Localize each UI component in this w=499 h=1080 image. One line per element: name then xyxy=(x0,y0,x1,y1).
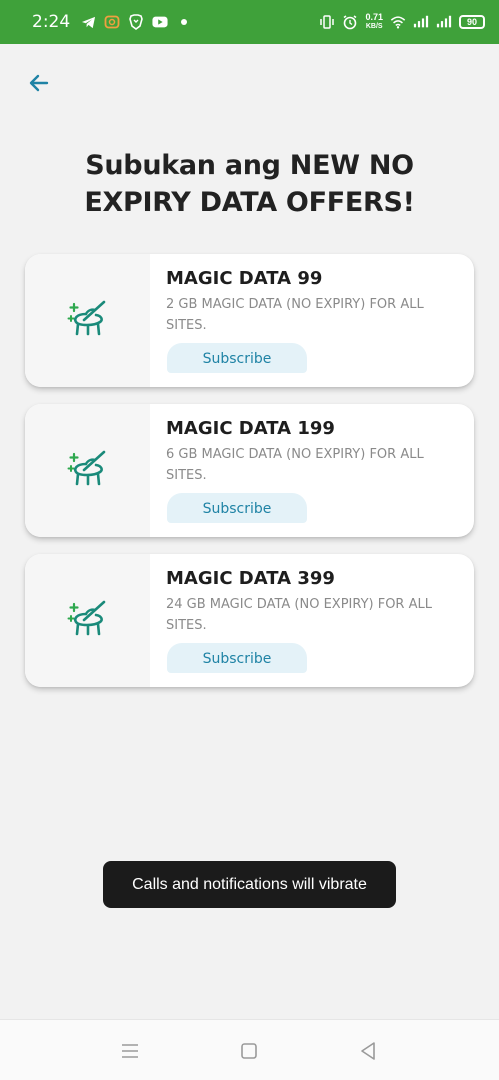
menu-icon xyxy=(122,1044,138,1058)
offer-title: MAGIC DATA 399 xyxy=(166,568,335,589)
offer-body: MAGIC DATA 199 6 GB MAGIC DATA (NO EXPIR… xyxy=(166,418,464,486)
offer-body: MAGIC DATA 399 24 GB MAGIC DATA (NO EXPI… xyxy=(166,568,464,636)
magic-hat-icon xyxy=(66,296,110,345)
offer-card[interactable]: MAGIC DATA 99 2 GB MAGIC DATA (NO EXPIRY… xyxy=(25,254,474,387)
offer-title: MAGIC DATA 199 xyxy=(166,418,335,439)
status-bar: 2:24 0.71 KB/S 90 xyxy=(0,0,499,44)
signal-icon xyxy=(436,14,452,30)
magic-hat-icon xyxy=(66,446,110,495)
alarm-icon xyxy=(342,14,358,30)
vibrate-icon xyxy=(319,14,335,30)
home-button[interactable] xyxy=(238,1040,260,1062)
offer-card[interactable]: MAGIC DATA 199 6 GB MAGIC DATA (NO EXPIR… xyxy=(25,404,474,537)
magic-hat-icon xyxy=(66,596,110,645)
youtube-icon xyxy=(152,14,168,30)
status-right-icons: 0.71 KB/S 90 xyxy=(319,13,485,31)
battery-icon: 90 xyxy=(459,15,485,29)
net-speed-value: 0.71 xyxy=(365,12,383,22)
offer-title: MAGIC DATA 99 xyxy=(166,268,323,289)
dot-icon xyxy=(176,14,192,30)
toast-message: Calls and notifications will vibrate xyxy=(132,875,367,893)
offer-description: 24 GB MAGIC DATA (NO EXPIRY) FOR ALL SIT… xyxy=(166,597,432,633)
status-left-icons xyxy=(80,14,192,30)
offer-description: 6 GB MAGIC DATA (NO EXPIRY) FOR ALL SITE… xyxy=(166,447,424,483)
offer-icon-area xyxy=(25,254,150,387)
arrow-left-icon xyxy=(29,74,49,92)
status-time: 2:24 xyxy=(32,12,71,32)
brave-icon xyxy=(128,14,144,30)
nav-bar xyxy=(0,1019,499,1080)
menu-button[interactable] xyxy=(119,1040,141,1062)
offer-body: MAGIC DATA 99 2 GB MAGIC DATA (NO EXPIRY… xyxy=(166,268,464,336)
battery-level: 90 xyxy=(466,17,477,27)
toast: Calls and notifications will vibrate xyxy=(103,861,396,908)
back-button[interactable] xyxy=(24,68,54,98)
net-speed-unit: KB/S xyxy=(365,23,383,30)
back-nav-button[interactable] xyxy=(357,1040,379,1062)
offer-icon-area xyxy=(25,404,150,537)
net-speed: 0.71 KB/S xyxy=(365,13,383,31)
page-title: Subukan ang NEW NO EXPIRY DATA OFFERS! xyxy=(84,150,415,218)
subscribe-button[interactable]: Subscribe xyxy=(167,643,307,673)
signal-icon xyxy=(413,14,429,30)
offer-card[interactable]: MAGIC DATA 399 24 GB MAGIC DATA (NO EXPI… xyxy=(25,554,474,687)
subscribe-button[interactable]: Subscribe xyxy=(167,493,307,523)
subscribe-button[interactable]: Subscribe xyxy=(167,343,307,373)
offer-description: 2 GB MAGIC DATA (NO EXPIRY) FOR ALL SITE… xyxy=(166,297,424,333)
app-notification-icon xyxy=(104,14,120,30)
wifi-icon xyxy=(390,14,406,30)
back-triangle-icon xyxy=(361,1042,375,1060)
telegram-icon xyxy=(80,14,96,30)
home-square-icon xyxy=(241,1043,257,1059)
offer-icon-area xyxy=(25,554,150,687)
